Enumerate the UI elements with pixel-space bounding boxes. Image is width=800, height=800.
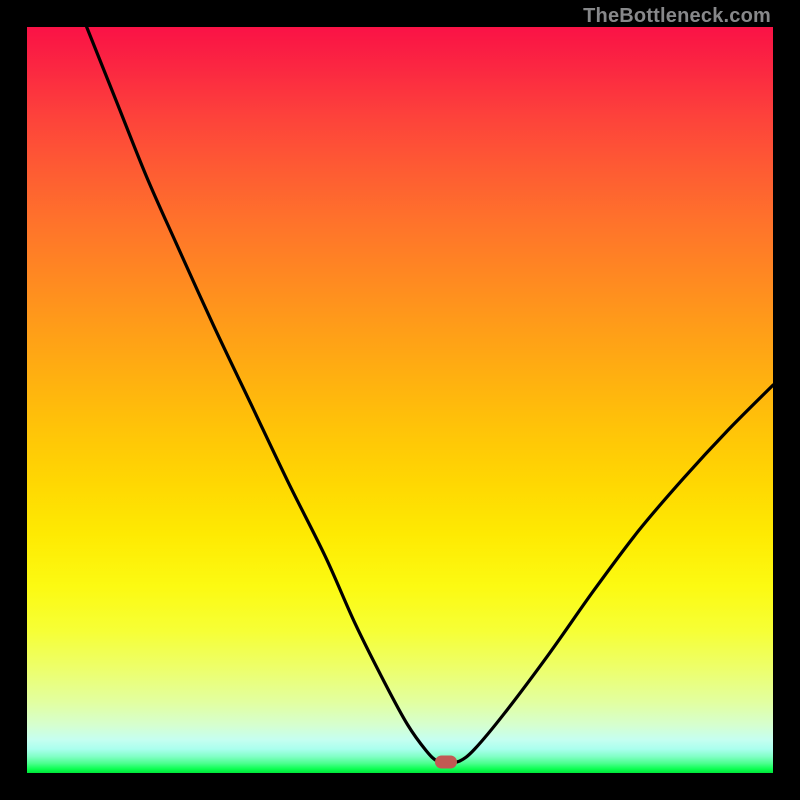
attribution-text: TheBottleneck.com: [583, 5, 771, 28]
chart-frame: TheBottleneck.com: [0, 0, 800, 800]
heat-gradient-background: [27, 27, 773, 773]
plot-area: [27, 27, 773, 773]
